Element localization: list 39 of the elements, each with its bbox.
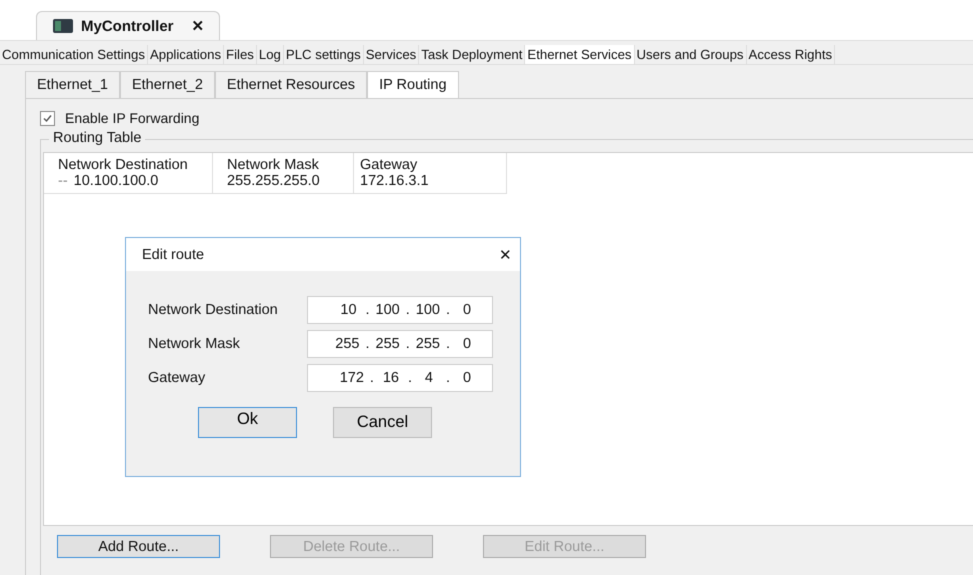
ip-address-field[interactable]: 255 . 255 . 255 . 0	[307, 330, 493, 358]
settings-tab[interactable]: Communication Settings	[0, 45, 148, 64]
route-button[interactable]: Add Route...	[57, 535, 220, 558]
dialog-title: Edit route	[142, 246, 204, 262]
table-cell: -- 10.100.100.0	[44, 173, 213, 194]
field-label: Network Destination	[148, 302, 279, 318]
settings-tab[interactable]: Applications	[148, 45, 224, 64]
checkbox[interactable]	[40, 110, 55, 126]
column-header: Network Mask	[213, 153, 354, 173]
table-cell: 172.16.3.1	[354, 173, 507, 194]
ip-address-field[interactable]: 10 . 100 . 100 . 0	[307, 296, 493, 324]
checkmark-icon	[42, 112, 53, 124]
ethernet-tab[interactable]: Ethernet_2	[120, 71, 215, 98]
checkbox-label: Enable IP Forwarding	[65, 110, 200, 126]
column-header: Gateway	[354, 153, 507, 173]
close-icon[interactable]: ✕	[192, 17, 205, 35]
settings-tab[interactable]: Services	[364, 45, 420, 64]
table-cell: 255.255.255.0	[213, 173, 354, 194]
field-label: Network Mask	[148, 336, 241, 352]
settings-tab[interactable]: PLC settings	[284, 45, 364, 64]
ethernet-tab[interactable]: Ethernet_1	[25, 71, 120, 98]
ethernet-tab[interactable]: IP Routing	[367, 71, 459, 98]
dialog-button[interactable]: Ok	[198, 407, 297, 438]
settings-tab[interactable]: Files	[224, 45, 257, 64]
controller-icon	[53, 18, 73, 34]
settings-tab[interactable]: Access Rights	[746, 45, 836, 64]
settings-tab[interactable]: Task Deployment	[419, 45, 526, 64]
editor-tab[interactable]: MyController ✕	[36, 11, 220, 40]
settings-tab[interactable]: Ethernet Services	[525, 45, 635, 64]
close-icon[interactable]: ✕	[499, 246, 512, 264]
field-label: Gateway	[148, 370, 206, 386]
dialog-button[interactable]: Cancel	[333, 407, 432, 438]
column-header: Network Destination	[44, 153, 213, 173]
settings-tab[interactable]: Users and Groups	[634, 45, 747, 64]
ip-address-field[interactable]: 172 . 16 . 4 . 0	[307, 364, 493, 392]
settings-tab[interactable]: Log	[256, 45, 284, 64]
ethernet-tab[interactable]: Ethernet Resources	[214, 71, 368, 98]
editor-tab-title: MyController	[81, 18, 174, 34]
group-title: Routing Table	[49, 130, 146, 146]
